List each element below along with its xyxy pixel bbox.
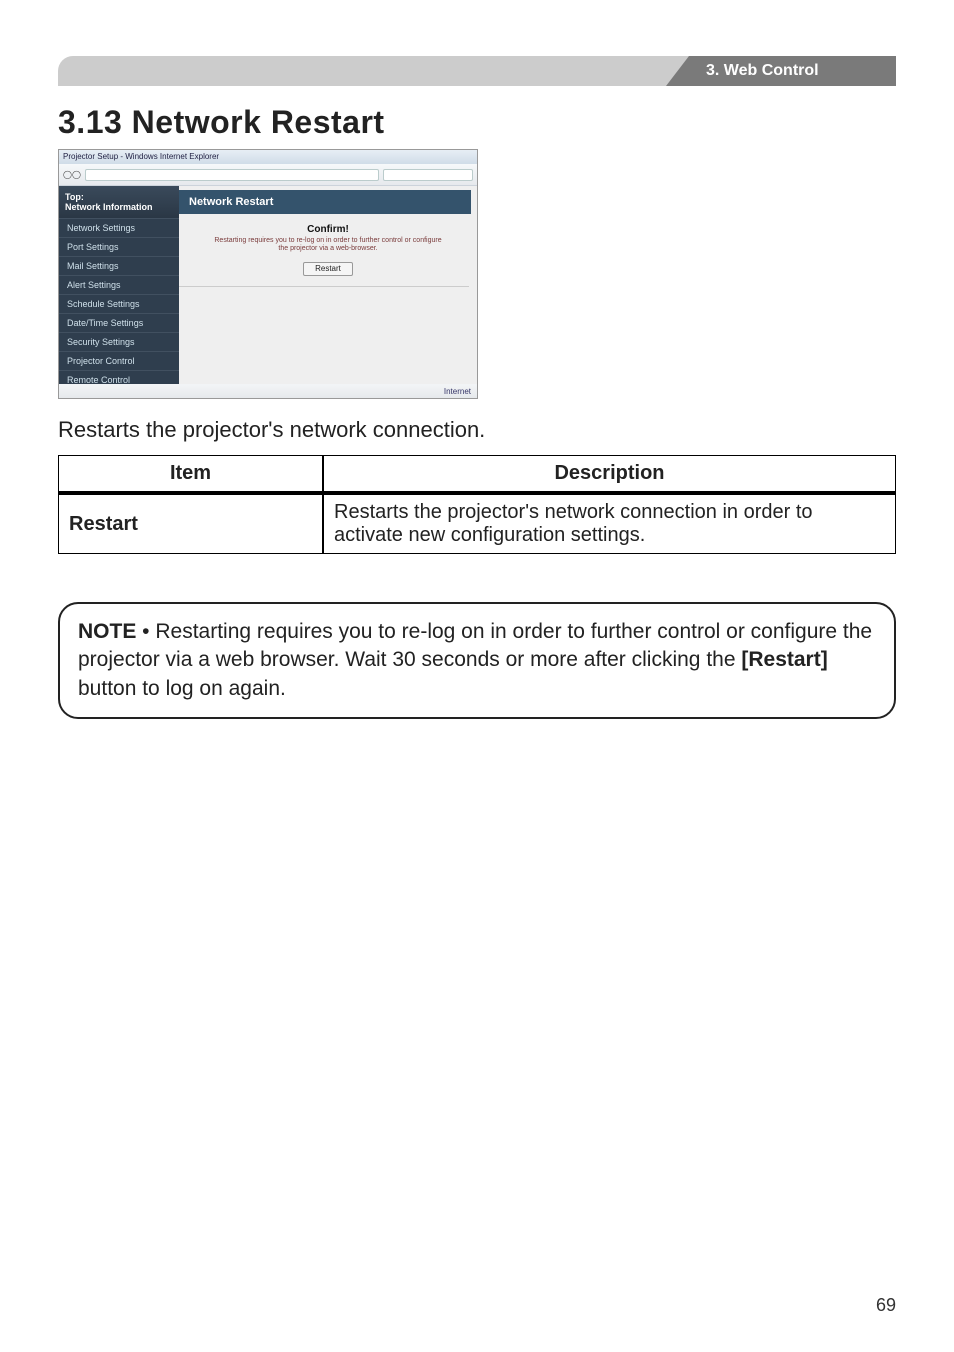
status-internet-label: Internet: [444, 387, 471, 396]
note-restart-bold: [Restart]: [741, 648, 827, 671]
back-forward-icon: ◯◯: [63, 170, 81, 179]
sidebar-network-info-label: Network Information: [65, 202, 173, 212]
window-title-bar: Projector Setup - Windows Internet Explo…: [59, 150, 477, 164]
panel-divider: [179, 286, 469, 287]
page: 3. Web Control 3.13 Network Restart Proj…: [0, 0, 954, 1352]
screenshot-main: Network Restart Confirm! Restarting requ…: [179, 186, 477, 384]
note-body-2: button to log on again.: [78, 677, 286, 700]
table-header-description: Description: [323, 455, 896, 494]
address-bar: [85, 169, 379, 181]
sidebar-item: Security Settings: [59, 332, 179, 351]
note-label: NOTE: [78, 620, 136, 643]
table-header-item: Item: [58, 455, 323, 494]
sidebar-item: Schedule Settings: [59, 294, 179, 313]
sidebar-top-group: Top: Network Information: [59, 186, 179, 218]
sidebar-item: Alert Settings: [59, 275, 179, 294]
browser-search: [383, 169, 473, 181]
confirm-note: Restarting requires you to re-log on in …: [209, 237, 447, 254]
description-table: Item Description Restart Restarts the pr…: [58, 455, 896, 554]
table-cell-item: Restart: [58, 494, 323, 554]
sidebar-top-label: Top:: [65, 192, 173, 202]
sidebar-item: Mail Settings: [59, 256, 179, 275]
table-cell-desc: Restarts the projector's network connect…: [323, 494, 896, 554]
note-box: NOTE • Restarting requires you to re-log…: [58, 602, 896, 719]
panel-title: Network Restart: [179, 190, 471, 214]
sidebar-item: Projector Control: [59, 351, 179, 370]
restart-button[interactable]: Restart: [303, 262, 353, 276]
table-row: Restart Restarts the projector's network…: [58, 494, 896, 554]
page-number: 69: [876, 1295, 896, 1316]
page-title: 3.13 Network Restart: [58, 104, 896, 141]
sidebar-item: Date/Time Settings: [59, 313, 179, 332]
sidebar-item: Port Settings: [59, 237, 179, 256]
chapter-header-label: 3. Web Control: [666, 56, 896, 86]
intro-text: Restarts the projector's network connect…: [58, 417, 896, 443]
screenshot-body: Top: Network Information Network Setting…: [59, 186, 477, 384]
confirm-heading: Confirm!: [179, 224, 477, 235]
browser-status-bar: Internet: [59, 384, 477, 398]
sidebar-item: Network Settings: [59, 218, 179, 237]
network-restart-screenshot: Projector Setup - Windows Internet Explo…: [58, 149, 478, 399]
browser-toolbar: ◯◯: [59, 164, 477, 186]
chapter-header-bar: 3. Web Control: [58, 56, 896, 86]
sidebar: Top: Network Information Network Setting…: [59, 186, 179, 384]
